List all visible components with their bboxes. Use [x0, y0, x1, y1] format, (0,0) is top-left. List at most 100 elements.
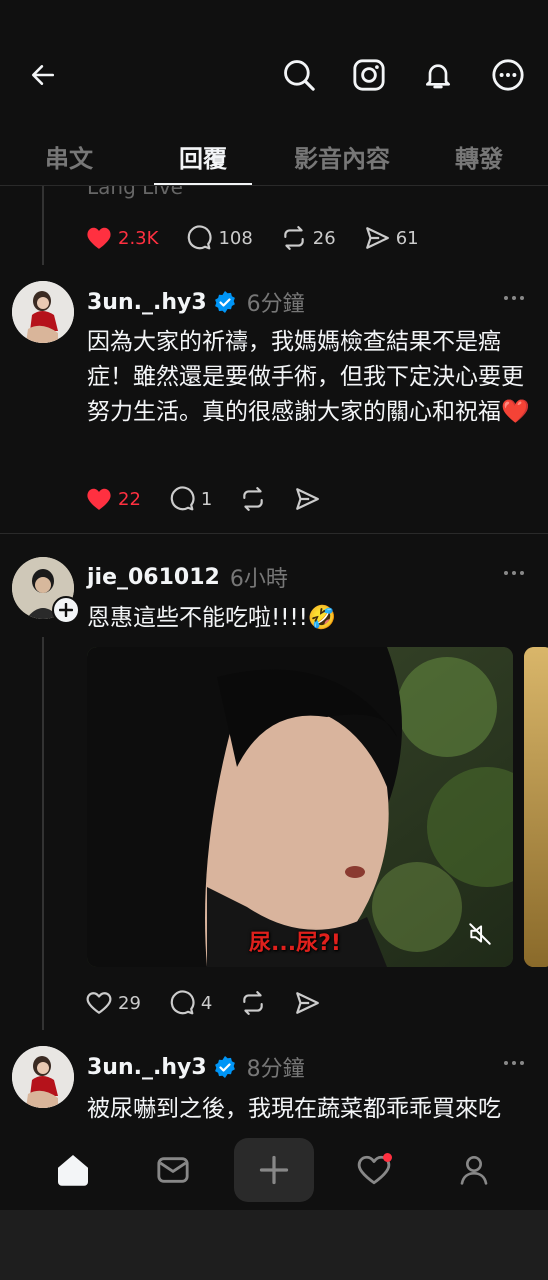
video-frame — [87, 647, 513, 967]
threads-app: Lang Live 2.3K 108 26 61 3un._.hy3 6分鐘 因… — [0, 0, 548, 1210]
notifications-button[interactable] — [418, 55, 458, 95]
comment-count: 1 — [200, 488, 213, 510]
heart-filled-icon — [87, 227, 111, 249]
post-text: 恩惠這些不能吃啦!!!!🤣 — [87, 605, 337, 631]
username[interactable]: jie_061012 — [87, 565, 220, 590]
back-button[interactable] — [23, 55, 63, 95]
timestamp: 8分鐘 — [246, 1057, 305, 1082]
more-options-button[interactable] — [502, 561, 526, 585]
verified-badge-icon — [214, 291, 235, 313]
header: 串文 回覆 影音內容 轉發 — [0, 0, 548, 186]
bottom-nav — [0, 1130, 548, 1210]
repost-count: 26 — [312, 227, 336, 249]
profile-tabs: 串文 回覆 影音內容 轉發 — [0, 128, 548, 185]
tab-threads[interactable]: 串文 — [10, 128, 128, 184]
profile-icon — [460, 1156, 488, 1185]
thread-line — [42, 185, 44, 265]
home-icon — [58, 1155, 88, 1186]
reply-post-1[interactable]: 3un._.hy3 6分鐘 因為大家的祈禱，我媽媽檢查結果不是癌症！雖然還是要做… — [0, 280, 548, 533]
comment-button[interactable]: 108 — [186, 225, 253, 251]
search-button[interactable] — [279, 55, 319, 95]
bell-icon — [426, 64, 450, 89]
comment-button[interactable]: 4 — [169, 990, 212, 1016]
comment-count: 108 — [218, 227, 253, 249]
timestamp: 6分鐘 — [246, 292, 305, 317]
inbox-icon — [157, 1157, 189, 1183]
like-button[interactable]: 29 — [86, 991, 141, 1015]
avatar-image — [12, 281, 74, 343]
notification-dot — [383, 1153, 392, 1162]
heart-filled-icon — [87, 488, 111, 510]
like-count: 22 — [118, 488, 141, 510]
more-options-button[interactable] — [502, 1051, 526, 1075]
like-button[interactable]: 2.3K — [86, 226, 158, 250]
share-icon — [296, 488, 320, 510]
repost-button[interactable] — [240, 990, 266, 1016]
username-row: 3un._.hy3 8分鐘 — [87, 1051, 305, 1083]
repost-button[interactable] — [240, 486, 266, 512]
instagram-button[interactable] — [349, 55, 389, 95]
nav-inbox[interactable] — [143, 1140, 203, 1200]
reply-post-2[interactable]: 3un._.hy3 8分鐘 被尿嚇到之後，我現在蔬菜都乖乖買來吃 — [0, 1045, 548, 1135]
top-post: Lang Live 2.3K 108 26 61 — [0, 175, 548, 285]
username-row: jie_061012 6小時 — [87, 561, 288, 593]
more-icon — [492, 59, 524, 91]
tab-replies[interactable]: 回覆 — [150, 128, 256, 185]
avatar[interactable] — [12, 1046, 74, 1108]
nav-profile[interactable] — [444, 1140, 504, 1200]
more-horizontal-icon — [504, 296, 524, 300]
share-button[interactable]: 61 — [364, 225, 419, 251]
comment-icon — [188, 225, 212, 250]
video-caption: 尿...尿?! — [249, 931, 341, 956]
post-text: 被尿嚇到之後，我現在蔬菜都乖乖買來吃 — [87, 1096, 501, 1122]
avatar[interactable] — [12, 281, 74, 343]
next-media-preview[interactable] — [524, 647, 548, 967]
more-menu-button[interactable] — [488, 55, 528, 95]
nav-home[interactable] — [43, 1140, 103, 1200]
video-media[interactable]: 尿...尿?! — [87, 647, 513, 967]
follow-plus-button[interactable] — [52, 596, 80, 624]
heart-outline-icon — [86, 992, 112, 1014]
more-horizontal-icon — [504, 1061, 524, 1065]
post-actions: 29 4 — [86, 988, 348, 1018]
instagram-icon — [353, 59, 385, 91]
post-text: 因為大家的祈禱，我媽媽檢查結果不是癌症！雖然還是要做手術，但我下定決心要更努力生… — [87, 329, 530, 425]
like-count: 29 — [118, 992, 141, 1014]
comment-icon — [170, 486, 195, 511]
comment-count: 4 — [200, 992, 213, 1014]
mute-button[interactable] — [467, 921, 493, 947]
more-horizontal-icon — [504, 571, 524, 575]
share-count: 61 — [395, 227, 419, 249]
comment-icon — [170, 990, 195, 1015]
nav-create-button[interactable] — [234, 1138, 314, 1202]
like-button[interactable]: 22 — [86, 487, 141, 511]
back-arrow-icon — [31, 65, 55, 85]
search-icon — [284, 60, 315, 91]
share-icon — [296, 992, 320, 1014]
comment-button[interactable]: 1 — [169, 486, 212, 512]
plus-icon — [259, 1155, 289, 1185]
repost-button[interactable]: 26 — [281, 225, 336, 251]
username-row: 3un._.hy3 6分鐘 — [87, 286, 305, 318]
tab-media[interactable]: 影音內容 — [280, 128, 404, 184]
nav-activity[interactable] — [344, 1140, 404, 1200]
repost-icon — [284, 226, 304, 250]
share-button[interactable] — [294, 990, 320, 1016]
more-options-button[interactable] — [502, 286, 526, 310]
repost-icon — [243, 487, 264, 511]
username[interactable]: 3un._.hy3 — [87, 1055, 207, 1080]
tab-reposts[interactable]: 轉發 — [430, 128, 528, 184]
post-2[interactable]: jie_061012 6小時 恩惠這些不能吃啦!!!!🤣 尿...尿?! 29 … — [0, 555, 548, 1035]
username[interactable]: 3un._.hy3 — [87, 290, 207, 315]
muted-speaker-icon — [469, 923, 491, 945]
share-button[interactable] — [294, 486, 320, 512]
share-icon — [365, 227, 389, 249]
thread-line — [42, 637, 44, 1030]
divider — [0, 533, 548, 534]
like-count: 2.3K — [118, 227, 159, 249]
plus-icon — [59, 603, 73, 617]
top-post-actions: 2.3K 108 26 61 — [86, 223, 447, 253]
repost-icon — [243, 991, 264, 1015]
avatar-image — [12, 1046, 74, 1108]
verified-badge-icon — [214, 1056, 235, 1078]
